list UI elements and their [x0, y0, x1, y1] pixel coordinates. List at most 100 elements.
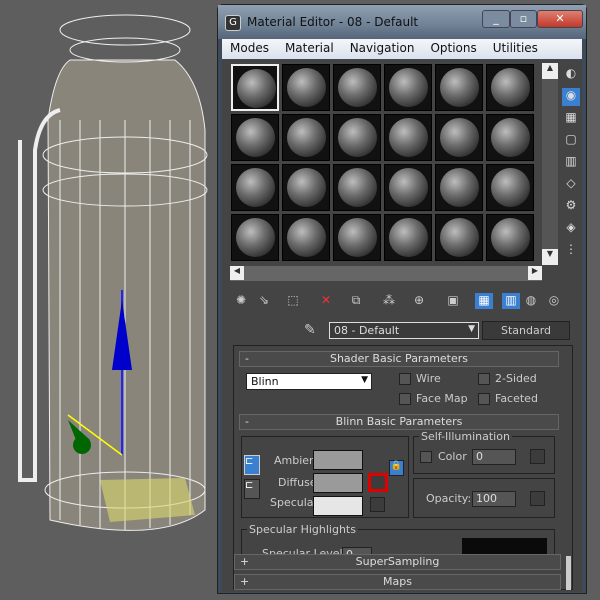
- panel-scrollbar[interactable]: [566, 556, 571, 590]
- material-sphere: [236, 118, 275, 157]
- shader-dropdown[interactable]: Blinn ▼: [246, 373, 372, 390]
- sample-slot[interactable]: [333, 64, 381, 111]
- sample-slot[interactable]: [435, 114, 483, 161]
- lock-icon[interactable]: 🔒: [389, 460, 404, 476]
- background-checker-icon[interactable]: ▦: [562, 110, 580, 128]
- material-type-button[interactable]: Standard: [482, 321, 570, 340]
- 3dsmax-logo-icon: G: [225, 15, 241, 31]
- face-map-checkbox[interactable]: [399, 393, 411, 405]
- material-name-dropdown[interactable]: 08 - Default ▼: [329, 322, 479, 339]
- material-sphere: [338, 168, 377, 207]
- diffuse-map-button[interactable]: [368, 473, 388, 492]
- video-color-check-icon[interactable]: ▥: [562, 154, 580, 172]
- opacity-spinner[interactable]: 100: [472, 491, 516, 507]
- material-sphere: [287, 118, 326, 157]
- opacity-map-button[interactable]: [530, 491, 545, 506]
- material-map-navigator-icon[interactable]: ⋮: [562, 242, 580, 260]
- sample-slot[interactable]: [384, 214, 432, 261]
- sample-slot[interactable]: [282, 214, 330, 261]
- sample-slot[interactable]: [282, 64, 330, 111]
- menu-material[interactable]: Material: [277, 39, 342, 59]
- show-map-in-viewport-icon[interactable]: ▦: [475, 293, 493, 309]
- sample-slot[interactable]: [231, 214, 279, 261]
- sample-slot[interactable]: [384, 164, 432, 211]
- maximize-button[interactable]: ▫: [510, 10, 537, 28]
- specular-map-button[interactable]: [370, 497, 385, 512]
- put-to-scene-icon[interactable]: ⇘: [255, 293, 273, 309]
- menu-modes[interactable]: Modes: [222, 39, 277, 59]
- lock-diffuse-specular-toggle[interactable]: ⊏: [244, 479, 260, 499]
- sample-slot[interactable]: [486, 164, 534, 211]
- menu-navigation[interactable]: Navigation: [342, 39, 423, 59]
- show-end-result-icon[interactable]: ▥: [502, 293, 520, 309]
- make-preview-icon[interactable]: ◇: [562, 176, 580, 194]
- material-sphere: [440, 168, 479, 207]
- ambient-color-swatch[interactable]: [313, 450, 363, 470]
- maps-rollout[interactable]: + Maps: [234, 574, 561, 590]
- go-forward-to-sibling-icon[interactable]: ◎: [545, 293, 563, 309]
- make-unique-icon[interactable]: ⁂: [380, 293, 398, 309]
- material-sphere: [236, 168, 275, 207]
- put-to-library-icon[interactable]: ⊕: [410, 293, 428, 309]
- get-material-icon[interactable]: ✺: [232, 293, 250, 309]
- sample-slot[interactable]: [333, 114, 381, 161]
- material-sphere: [491, 68, 530, 107]
- sample-slot[interactable]: [435, 164, 483, 211]
- sample-type-icon[interactable]: ◐: [562, 66, 580, 84]
- wire-label: Wire: [416, 372, 441, 385]
- sample-slot[interactable]: [333, 164, 381, 211]
- sample-slot[interactable]: [384, 114, 432, 161]
- options-icon[interactable]: ⚙: [562, 198, 580, 216]
- diffuse-color-swatch[interactable]: [313, 473, 363, 493]
- material-sphere: [389, 68, 428, 107]
- sample-slot[interactable]: [282, 114, 330, 161]
- pick-material-eyedropper-icon[interactable]: ✎: [304, 322, 316, 338]
- color-label: Color: [438, 450, 467, 463]
- specular-color-swatch[interactable]: [313, 496, 363, 516]
- sample-slot[interactable]: [435, 214, 483, 261]
- sample-slot[interactable]: [486, 64, 534, 111]
- material-sphere: [440, 68, 479, 107]
- sample-uv-tiling-icon[interactable]: ▢: [562, 132, 580, 150]
- title-bar[interactable]: G Material Editor - 08 - Default _ ▫ ✕: [218, 5, 586, 39]
- lock-ambient-diffuse-toggle[interactable]: ⊏: [244, 455, 260, 475]
- material-sphere: [287, 218, 326, 257]
- select-by-material-icon[interactable]: ◈: [562, 220, 580, 238]
- slots-vertical-scrollbar[interactable]: ▲ ▼: [542, 63, 558, 265]
- make-copy-icon[interactable]: ⧉: [347, 293, 365, 309]
- self-illumination-map-button[interactable]: [530, 449, 545, 464]
- sample-slot[interactable]: [231, 64, 279, 111]
- go-to-parent-icon[interactable]: ◍: [522, 293, 540, 309]
- rollouts-panel: - Shader Basic Parameters Blinn ▼ Wire 2-S…: [233, 345, 573, 590]
- sample-slot[interactable]: [486, 114, 534, 161]
- reset-map-icon[interactable]: ✕: [317, 293, 335, 309]
- menu-bar: Modes Material Navigation Options Utilit…: [222, 39, 582, 59]
- supersampling-rollout[interactable]: + SuperSampling: [234, 554, 561, 570]
- assign-to-selection-icon[interactable]: ⬚: [284, 293, 302, 309]
- sample-slot[interactable]: [435, 64, 483, 111]
- chevron-down-icon: ▼: [361, 375, 368, 385]
- faceted-checkbox[interactable]: [478, 393, 490, 405]
- menu-utilities[interactable]: Utilities: [485, 39, 546, 59]
- material-sphere: [491, 118, 530, 157]
- slots-horizontal-scrollbar[interactable]: ◀ ▶: [230, 266, 542, 281]
- material-sphere: [338, 68, 377, 107]
- backlight-icon[interactable]: ◉: [562, 88, 580, 106]
- material-sphere: [440, 118, 479, 157]
- menu-options[interactable]: Options: [422, 39, 484, 59]
- wire-checkbox[interactable]: [399, 373, 411, 385]
- sample-slot[interactable]: [486, 214, 534, 261]
- self-illumination-color-checkbox[interactable]: [420, 451, 432, 463]
- sample-slot[interactable]: [231, 164, 279, 211]
- shader-basic-parameters-rollout[interactable]: - Shader Basic Parameters: [239, 351, 559, 367]
- sample-slot[interactable]: [231, 114, 279, 161]
- two-sided-checkbox[interactable]: [478, 373, 490, 385]
- close-button[interactable]: ✕: [537, 10, 583, 28]
- sample-slot[interactable]: [333, 214, 381, 261]
- blinn-basic-parameters-rollout[interactable]: - Blinn Basic Parameters: [239, 414, 559, 430]
- sample-slot[interactable]: [384, 64, 432, 111]
- self-illumination-spinner[interactable]: 0: [472, 449, 516, 465]
- minimize-button[interactable]: _: [482, 10, 510, 28]
- material-id-channel-icon[interactable]: ▣: [444, 293, 462, 309]
- sample-slot[interactable]: [282, 164, 330, 211]
